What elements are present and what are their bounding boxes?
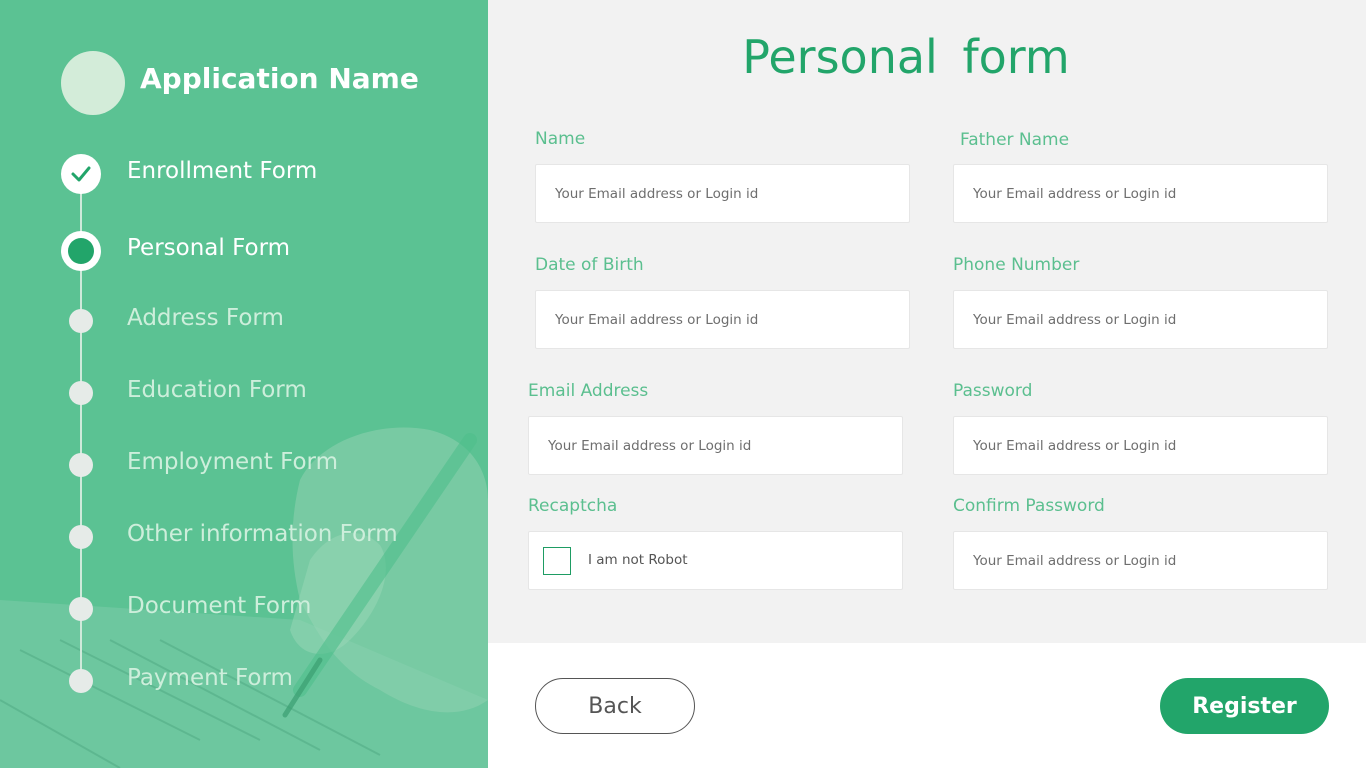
step-label: Education Form bbox=[127, 377, 307, 403]
page-title: Personal form bbox=[742, 30, 1070, 84]
date-of-birth-label: Date of Birth bbox=[535, 255, 644, 275]
step-label: Payment Form bbox=[127, 665, 293, 691]
step-pending-marker bbox=[69, 453, 93, 477]
step-payment-form[interactable]: Payment Form bbox=[0, 661, 488, 701]
phone-number-label: Phone Number bbox=[953, 255, 1080, 275]
step-current-marker bbox=[61, 231, 101, 271]
father-name-input[interactable] bbox=[953, 164, 1328, 223]
password-label: Password bbox=[953, 381, 1033, 401]
step-label: Document Form bbox=[127, 593, 312, 619]
step-employment-form[interactable]: Employment Form bbox=[0, 445, 488, 485]
step-pending-marker bbox=[69, 309, 93, 333]
confirm-password-input[interactable] bbox=[953, 531, 1328, 590]
step-address-form[interactable]: Address Form bbox=[0, 301, 488, 341]
back-button[interactable]: Back bbox=[535, 678, 695, 734]
step-label: Other information Form bbox=[127, 521, 398, 547]
step-education-form[interactable]: Education Form bbox=[0, 373, 488, 413]
step-other-information-form[interactable]: Other information Form bbox=[0, 517, 488, 557]
recaptcha-text: I am not Robot bbox=[588, 552, 688, 568]
step-label: Employment Form bbox=[127, 449, 339, 475]
step-pending-marker bbox=[69, 381, 93, 405]
personal-form-panel: Personal form Name Father Name Date of B… bbox=[488, 0, 1366, 768]
phone-number-input[interactable] bbox=[953, 290, 1328, 349]
password-input[interactable] bbox=[953, 416, 1328, 475]
step-document-form[interactable]: Document Form bbox=[0, 589, 488, 629]
step-label: Personal Form bbox=[127, 235, 291, 261]
step-enrollment-form[interactable]: Enrollment Form bbox=[0, 154, 488, 194]
app-name: Application Name bbox=[140, 62, 419, 95]
step-completed-marker bbox=[61, 154, 101, 194]
register-button[interactable]: Register bbox=[1160, 678, 1329, 734]
step-pending-marker bbox=[69, 669, 93, 693]
sidebar: Application Name Enrollment Form Persona… bbox=[0, 0, 488, 768]
recaptcha-label: Recaptcha bbox=[528, 496, 618, 516]
name-input[interactable] bbox=[535, 164, 910, 223]
confirm-password-label: Confirm Password bbox=[953, 496, 1105, 516]
step-pending-marker bbox=[69, 597, 93, 621]
name-label: Name bbox=[535, 129, 586, 149]
email-address-label: Email Address bbox=[528, 381, 649, 401]
date-of-birth-input[interactable] bbox=[535, 290, 910, 349]
check-icon bbox=[71, 166, 91, 182]
recaptcha-checkbox[interactable] bbox=[543, 547, 571, 575]
step-label: Enrollment Form bbox=[127, 158, 318, 184]
father-name-label: Father Name bbox=[960, 130, 1070, 150]
step-label: Address Form bbox=[127, 305, 284, 331]
form-footer: Back Register bbox=[488, 643, 1366, 768]
step-pending-marker bbox=[69, 525, 93, 549]
email-address-input[interactable] bbox=[528, 416, 903, 475]
app-logo bbox=[61, 51, 125, 115]
step-personal-form[interactable]: Personal Form bbox=[0, 231, 488, 271]
recaptcha-widget: I am not Robot bbox=[528, 531, 903, 590]
